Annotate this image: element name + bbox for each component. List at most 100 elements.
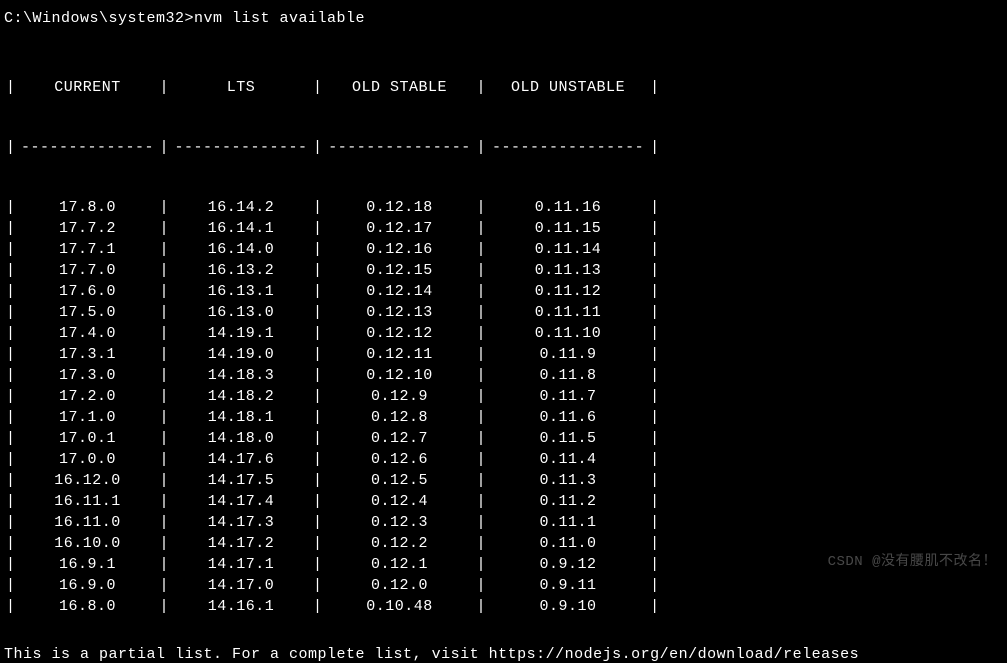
column-separator: |	[475, 554, 489, 575]
version-cell: 16.14.1	[171, 218, 311, 239]
column-separator: |	[648, 239, 662, 260]
column-separator: |	[311, 140, 325, 155]
table-body: |17.8.0|16.14.2|0.12.18|0.11.16||17.7.2|…	[4, 197, 1007, 617]
version-cell: 0.10.48	[325, 596, 475, 617]
column-separator: |	[311, 533, 325, 554]
table-row: |17.8.0|16.14.2|0.12.18|0.11.16|	[4, 197, 1007, 218]
column-separator: |	[648, 407, 662, 428]
column-separator: |	[311, 407, 325, 428]
table-row: |17.6.0|16.13.1|0.12.14|0.11.12|	[4, 281, 1007, 302]
version-cell: 0.11.12	[488, 281, 648, 302]
version-cell: 0.11.11	[488, 302, 648, 323]
version-cell: 0.11.14	[488, 239, 648, 260]
column-separator: |	[158, 428, 172, 449]
table-header-row: | CURRENT | LTS | OLD STABLE | OLD UNSTA…	[4, 77, 1007, 98]
column-separator: |	[158, 344, 172, 365]
version-cell: 16.11.1	[18, 491, 158, 512]
table-row: |17.5.0|16.13.0|0.12.13|0.11.11|	[4, 302, 1007, 323]
version-cell: 14.17.5	[171, 470, 311, 491]
column-separator: |	[4, 533, 18, 554]
table-row: |17.3.0|14.18.3|0.12.10|0.11.8|	[4, 365, 1007, 386]
table-row: |17.0.1|14.18.0|0.12.7|0.11.5|	[4, 428, 1007, 449]
column-separator: |	[158, 218, 172, 239]
column-separator: |	[648, 281, 662, 302]
column-separator: |	[4, 554, 18, 575]
column-separator: |	[158, 533, 172, 554]
column-separator: |	[648, 344, 662, 365]
column-separator: |	[475, 533, 489, 554]
version-cell: 0.9.10	[488, 596, 648, 617]
version-cell: 0.12.10	[325, 365, 475, 386]
version-cell: 16.14.2	[171, 197, 311, 218]
column-separator: |	[158, 260, 172, 281]
version-cell: 0.12.6	[325, 449, 475, 470]
column-separator: |	[648, 386, 662, 407]
table-row: |16.12.0|14.17.5|0.12.5|0.11.3|	[4, 470, 1007, 491]
column-separator: |	[311, 77, 325, 98]
header-current: CURRENT	[18, 77, 158, 98]
version-cell: 14.17.4	[171, 491, 311, 512]
prompt-path: C:\Windows\system32>	[4, 10, 194, 27]
column-separator: |	[4, 344, 18, 365]
version-cell: 0.12.16	[325, 239, 475, 260]
column-separator: |	[648, 323, 662, 344]
version-cell: 14.17.0	[171, 575, 311, 596]
version-cell: 0.9.11	[488, 575, 648, 596]
version-cell: 17.3.0	[18, 365, 158, 386]
column-separator: |	[648, 428, 662, 449]
divider: ----------------	[488, 140, 648, 155]
version-cell: 14.17.2	[171, 533, 311, 554]
version-cell: 16.11.0	[18, 512, 158, 533]
version-cell: 16.13.1	[171, 281, 311, 302]
column-separator: |	[648, 218, 662, 239]
column-separator: |	[311, 386, 325, 407]
footer-message: This is a partial list. For a complete l…	[4, 646, 1007, 663]
column-separator: |	[311, 512, 325, 533]
version-cell: 0.12.13	[325, 302, 475, 323]
column-separator: |	[311, 491, 325, 512]
column-separator: |	[475, 281, 489, 302]
column-separator: |	[311, 218, 325, 239]
column-separator: |	[4, 386, 18, 407]
version-cell: 14.19.0	[171, 344, 311, 365]
column-separator: |	[475, 77, 489, 98]
version-cell: 17.8.0	[18, 197, 158, 218]
column-separator: |	[311, 260, 325, 281]
column-separator: |	[158, 386, 172, 407]
version-cell: 0.11.8	[488, 365, 648, 386]
version-cell: 0.11.3	[488, 470, 648, 491]
column-separator: |	[4, 77, 18, 98]
column-separator: |	[158, 239, 172, 260]
column-separator: |	[4, 197, 18, 218]
column-separator: |	[475, 512, 489, 533]
version-cell: 0.12.11	[325, 344, 475, 365]
column-separator: |	[311, 470, 325, 491]
column-separator: |	[475, 323, 489, 344]
version-cell: 0.11.4	[488, 449, 648, 470]
column-separator: |	[648, 365, 662, 386]
table-divider-row: | -------------- | -------------- | ----…	[4, 140, 1007, 155]
version-cell: 17.0.0	[18, 449, 158, 470]
column-separator: |	[311, 239, 325, 260]
table-row: |17.0.0|14.17.6|0.12.6|0.11.4|	[4, 449, 1007, 470]
version-cell: 0.12.0	[325, 575, 475, 596]
version-cell: 17.3.1	[18, 344, 158, 365]
version-cell: 0.12.12	[325, 323, 475, 344]
version-cell: 0.12.1	[325, 554, 475, 575]
column-separator: |	[4, 218, 18, 239]
column-separator: |	[4, 512, 18, 533]
version-cell: 14.17.3	[171, 512, 311, 533]
version-cell: 17.1.0	[18, 407, 158, 428]
column-separator: |	[4, 140, 18, 155]
column-separator: |	[648, 197, 662, 218]
version-cell: 14.19.1	[171, 323, 311, 344]
divider: --------------	[171, 140, 311, 155]
column-separator: |	[648, 260, 662, 281]
version-cell: 0.11.13	[488, 260, 648, 281]
version-cell: 17.7.1	[18, 239, 158, 260]
table-row: |16.11.1|14.17.4|0.12.4|0.11.2|	[4, 491, 1007, 512]
version-cell: 0.12.14	[325, 281, 475, 302]
column-separator: |	[158, 596, 172, 617]
column-separator: |	[158, 281, 172, 302]
version-cell: 16.13.2	[171, 260, 311, 281]
